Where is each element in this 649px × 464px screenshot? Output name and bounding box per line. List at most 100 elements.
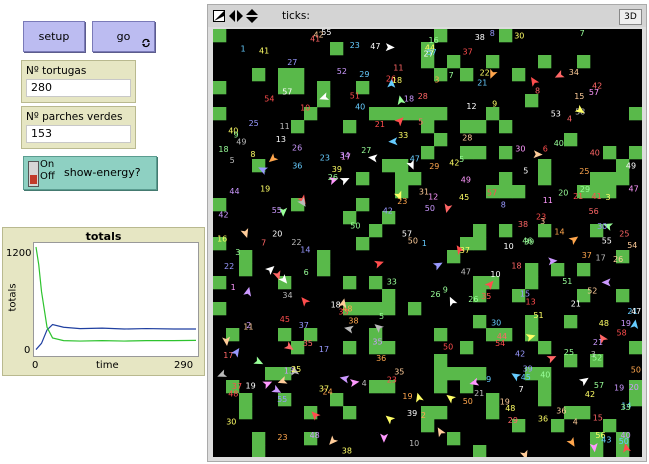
- turtle-energy-label: 19: [402, 392, 412, 401]
- plot-xmax-label: 290: [174, 360, 194, 371]
- grass-patch: [525, 276, 539, 290]
- turtle-energy-label: 57: [589, 88, 599, 97]
- turtle-energy-label: 41: [592, 192, 602, 201]
- switch-knob: [30, 175, 37, 184]
- turtle-energy-label: 7: [261, 239, 266, 248]
- turtle-energy-label: 4: [362, 379, 367, 388]
- grass-patch: [447, 432, 461, 446]
- grass-patch: [343, 120, 357, 134]
- show-energy-switch[interactable]: On Off show-energy?: [23, 156, 157, 190]
- turtle-energy-label: 50: [463, 397, 473, 406]
- grass-patch: [330, 42, 344, 56]
- turtle-energy-label: 41: [310, 35, 320, 44]
- turtle-energy-label: 6: [304, 268, 309, 277]
- turtle-energy-label: 4: [573, 417, 578, 426]
- grass-patch: [473, 276, 487, 290]
- grass-patch: [434, 354, 448, 368]
- grass-patch: [538, 341, 552, 355]
- turtle-energy-label: 53: [551, 110, 561, 119]
- arrows-vertical-icon[interactable]: [246, 9, 258, 23]
- turtle-energy-label: 36: [556, 407, 566, 416]
- grass-patch: [512, 185, 526, 199]
- grass-patch: [252, 445, 266, 457]
- turtle-energy-label: 54: [264, 94, 274, 103]
- turtle-energy-label: 45: [459, 193, 469, 202]
- turtle-energy-label: 21: [573, 192, 583, 201]
- turtle-energy-label: 50: [350, 222, 360, 231]
- grass-patch: [473, 224, 487, 238]
- grass-patch: [564, 133, 578, 147]
- turtle-energy-label: 39: [523, 364, 533, 373]
- turtle-energy-label: 26: [430, 290, 440, 299]
- turtle-energy-label: 40: [540, 370, 550, 379]
- setup-button[interactable]: setup: [23, 21, 85, 52]
- turtle-energy-label: 57: [594, 381, 604, 390]
- turtle-energy-label: 49: [236, 137, 246, 146]
- turtle-energy-label: 19: [614, 384, 624, 393]
- resize-icon[interactable]: [213, 10, 225, 22]
- turtle-energy-label: 14: [300, 246, 310, 255]
- turtle-energy-label: 28: [418, 92, 428, 101]
- turtle-energy-label: 12: [428, 193, 438, 202]
- turtle-energy-label: 25: [619, 229, 629, 238]
- grass-patch: [499, 172, 513, 186]
- turtle-energy-label: 22: [480, 69, 490, 78]
- turtle-energy-label: 8: [250, 150, 255, 159]
- grass-patch: [564, 315, 578, 329]
- turtle-energy-label: 48: [310, 431, 320, 440]
- turtle-energy-label: 45: [280, 315, 290, 324]
- world-canvas[interactable]: 4145758244429212340293342575257193553482…: [213, 29, 642, 457]
- turtle-energy-label: 22: [224, 262, 234, 271]
- turtle-energy-label: 7: [449, 71, 454, 80]
- go-button[interactable]: go: [92, 21, 155, 52]
- turtle-energy-label: 5: [523, 167, 528, 176]
- turtle-energy-label: 33: [398, 131, 408, 140]
- turtle-energy-label: 11: [280, 122, 290, 131]
- turtle-energy-label: 47: [461, 268, 471, 277]
- grass-patch: [603, 146, 617, 160]
- view-toolbar: ticks: 3D: [208, 5, 646, 27]
- grass-patch: [382, 107, 396, 121]
- arrows-horizontal-icon[interactable]: [229, 10, 243, 22]
- turtle-energy-label: 8: [501, 201, 506, 210]
- turtle-energy-label: 47: [410, 155, 420, 164]
- plot-ymax-label: 1200: [6, 248, 32, 259]
- turtle-energy-label: 17: [596, 254, 606, 263]
- turtle-energy-label: 48: [599, 319, 609, 328]
- switch-off-label: Off: [40, 171, 55, 182]
- turtle-energy-label: 19: [500, 398, 510, 407]
- grass-patch: [317, 250, 331, 264]
- grass-patch: [291, 68, 305, 82]
- grass-patch: [460, 367, 474, 381]
- turtle-energy-label: 57: [487, 189, 497, 198]
- grass-patch: [421, 419, 435, 433]
- switch-toggle[interactable]: [28, 161, 39, 187]
- turtle-energy-label: 33: [387, 278, 397, 287]
- turtle-energy-label: 50: [631, 366, 641, 375]
- grass-patch: [252, 68, 266, 82]
- view-3d-button[interactable]: 3D: [619, 9, 642, 25]
- turtle-energy-label: 42: [585, 390, 595, 399]
- grass-patch: [421, 146, 435, 160]
- turtle-energy-label: 30: [514, 32, 524, 41]
- grass-patch: [395, 172, 409, 186]
- grass-patch: [291, 81, 305, 95]
- turtle-energy-label: 37: [460, 246, 470, 255]
- grass-patch: [447, 55, 461, 69]
- turtle-energy-label: 1: [231, 283, 236, 292]
- turtle-energy-label: 54: [627, 241, 637, 250]
- grass-patch: [382, 289, 396, 303]
- turtle-energy-label: 51: [562, 277, 572, 286]
- turtle-energy-label: 47: [370, 42, 380, 51]
- grass-patch: [460, 341, 474, 355]
- turtle-energy-label: 39: [524, 237, 534, 246]
- grass-patch: [499, 146, 513, 160]
- turtle-energy-label: 21: [571, 300, 581, 309]
- turtle-energy-label: 5: [230, 156, 235, 165]
- grass-patch: [538, 159, 552, 173]
- plot-area: [33, 242, 199, 357]
- turtle-energy-label: 55: [321, 29, 331, 37]
- turtle-energy-label: 15: [574, 92, 584, 101]
- turtle-energy-label: 50: [619, 437, 629, 446]
- turtle-energy-label: 42: [515, 349, 525, 358]
